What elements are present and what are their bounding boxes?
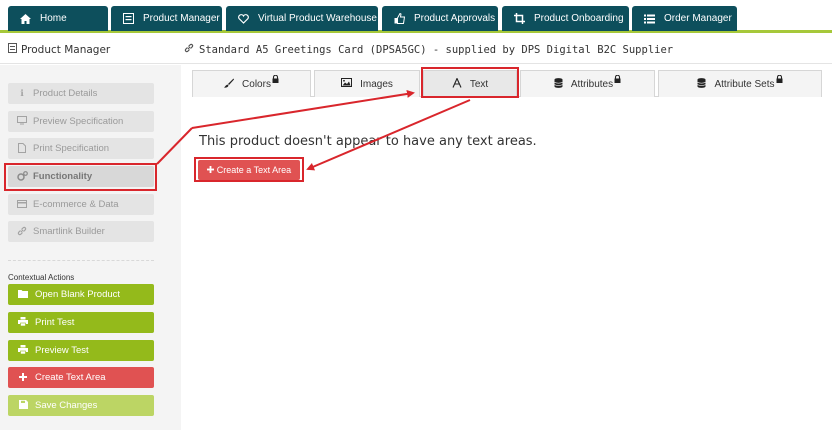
annotation-arrow-to-text-tab: [191, 89, 415, 129]
nav-tab-order-manager[interactable]: Order Manager: [632, 6, 737, 31]
button-label: Preview Test: [35, 345, 89, 356]
breadcrumb-text: Standard A5 Greetings Card (DPSA5GC) - s…: [199, 43, 674, 56]
print-test-button[interactable]: Print Test: [8, 312, 154, 333]
lock-icon: [272, 74, 279, 85]
home-icon: [18, 12, 32, 26]
info-icon: ℹ: [20, 88, 24, 98]
sidebar-item-product-details[interactable]: ℹ Product Details: [8, 83, 154, 104]
save-changes-button[interactable]: Save Changes: [8, 395, 154, 416]
image-icon: [341, 78, 353, 90]
font-icon: [452, 76, 462, 91]
nav-tab-label: Virtual Product Warehouse: [258, 13, 377, 24]
tab-text[interactable]: Text: [423, 70, 517, 97]
sidebar-item-label: E-commerce & Data: [33, 199, 119, 210]
sidebar-item-label: Preview Specification: [33, 116, 124, 127]
tab-colors[interactable]: Colors: [192, 70, 311, 97]
open-blank-product-button[interactable]: Open Blank Product: [8, 284, 154, 305]
sidebar-divider: [8, 260, 154, 261]
heart-icon: [236, 12, 250, 26]
sidebar-item-label: Functionality: [33, 171, 93, 182]
database-icon: [554, 77, 563, 91]
nav-tab-virtual-product-warehouse[interactable]: Virtual Product Warehouse: [226, 6, 378, 31]
create-text-area-button[interactable]: Create Text Area: [8, 367, 154, 388]
print-icon: [17, 345, 29, 356]
database-icon: [697, 77, 707, 91]
tab-images[interactable]: Images: [314, 70, 420, 97]
thumbs-up-icon: [392, 12, 406, 26]
crop-icon: [512, 12, 526, 26]
brush-icon: [224, 78, 235, 91]
nav-tab-product-manager[interactable]: Product Manager: [111, 6, 222, 31]
empty-state-message: This product doesn't appear to have any …: [199, 134, 537, 149]
sidebar-item-smartlink-builder[interactable]: Smartlink Builder: [8, 221, 154, 242]
button-label: Create Text Area: [35, 372, 106, 383]
button-label: Save Changes: [35, 400, 98, 411]
monitor-icon: [16, 116, 28, 127]
tab-attributes[interactable]: Attributes: [520, 70, 655, 97]
nav-tab-label: Product Approvals: [414, 13, 496, 24]
button-label: Print Test: [35, 317, 75, 328]
product-manager-icon: [8, 43, 17, 56]
sidebar-item-label: Product Details: [33, 88, 98, 99]
plus-icon: [206, 165, 214, 175]
credit-card-icon: [16, 199, 28, 210]
section-title: Product Manager: [8, 43, 110, 56]
plus-icon: [17, 372, 29, 383]
product-manager-icon: [121, 12, 135, 26]
tab-label: Colors: [242, 78, 271, 90]
sidebar: ℹ Product Details Preview Specification …: [0, 65, 181, 430]
button-label: Open Blank Product: [35, 289, 121, 300]
tab-label: Attributes: [570, 78, 614, 90]
nav-tab-label: Product Onboarding: [534, 13, 624, 24]
nav-tab-product-approvals[interactable]: Product Approvals: [382, 6, 498, 31]
create-text-area-main-button[interactable]: Create a Text Area: [198, 160, 300, 180]
button-label: Create a Text Area: [216, 165, 292, 175]
cogs-icon: [16, 170, 28, 183]
breadcrumb: Standard A5 Greetings Card (DPSA5GC) - s…: [184, 43, 673, 56]
tab-attribute-sets[interactable]: Attribute Sets: [658, 70, 822, 97]
nav-tab-label: Home: [40, 13, 67, 24]
contextual-actions-label: Contextual Actions: [8, 273, 75, 282]
page-header: Product Manager Standard A5 Greetings Ca…: [0, 36, 832, 64]
list-icon: [642, 12, 656, 26]
print-icon: [17, 317, 29, 328]
tab-label: Images: [360, 78, 393, 90]
lock-icon: [614, 74, 621, 85]
nav-tab-home[interactable]: Home: [8, 6, 108, 31]
sidebar-item-preview-specification[interactable]: Preview Specification: [8, 111, 154, 132]
preview-test-button[interactable]: Preview Test: [8, 340, 154, 361]
nav-tab-label: Order Manager: [664, 13, 732, 24]
tab-label: Text: [469, 78, 489, 90]
link-icon: [184, 43, 194, 56]
folder-icon: [17, 289, 29, 300]
save-icon: [17, 400, 29, 411]
file-icon: [16, 142, 28, 155]
sidebar-item-label: Smartlink Builder: [33, 226, 105, 237]
sidebar-item-print-specification[interactable]: Print Specification: [8, 138, 154, 159]
sidebar-item-ecommerce-data[interactable]: E-commerce & Data: [8, 194, 154, 215]
section-title-text: Product Manager: [21, 43, 111, 56]
tab-bar: Colors Images Text Attributes Attribute …: [192, 70, 822, 97]
sidebar-item-functionality[interactable]: Functionality: [8, 166, 154, 187]
nav-tab-label: Product Manager: [143, 13, 220, 24]
lock-icon: [776, 74, 783, 85]
link-icon: [16, 226, 28, 238]
top-navigation: Home Product Manager Virtual Product War…: [0, 0, 832, 33]
nav-tab-product-onboarding[interactable]: Product Onboarding: [502, 6, 629, 31]
tab-label: Attribute Sets: [714, 78, 775, 90]
sidebar-item-label: Print Specification: [33, 143, 110, 154]
